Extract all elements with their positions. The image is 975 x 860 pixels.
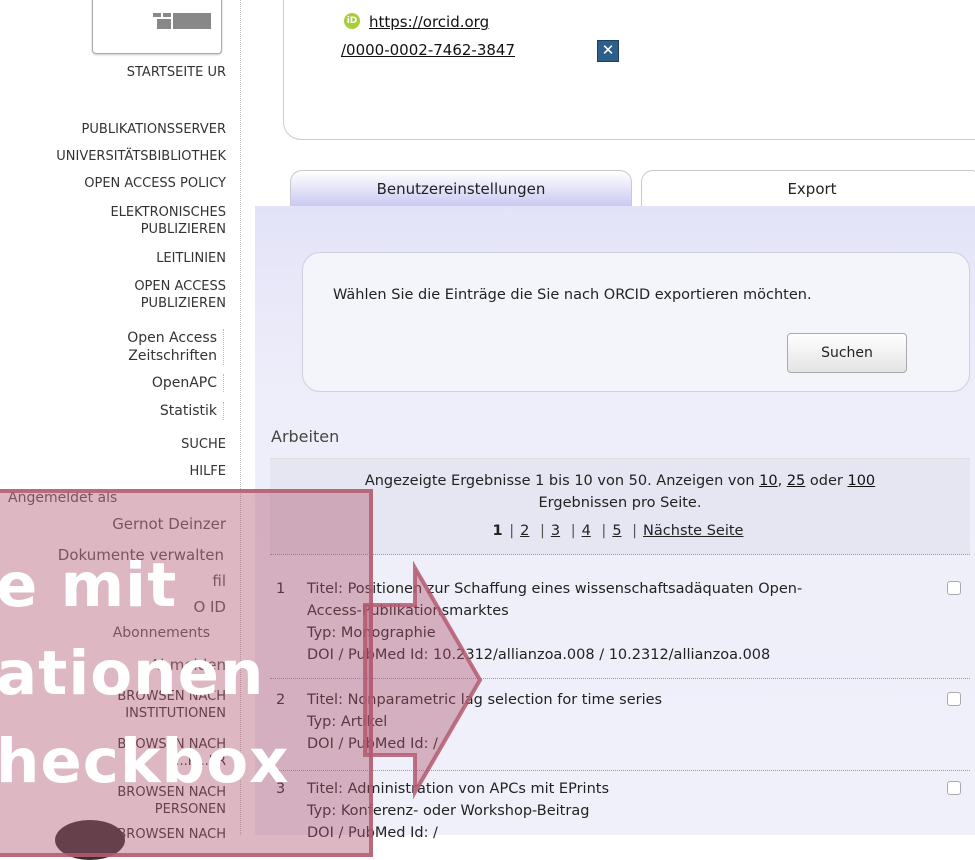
university-logo[interactable] bbox=[92, 0, 222, 54]
nav-label: Open Access bbox=[127, 330, 217, 346]
export-search-box: Wählen Sie die Einträge die Sie nach ORC… bbox=[302, 252, 970, 392]
section-title: Arbeiten bbox=[271, 427, 340, 446]
divider bbox=[270, 554, 970, 555]
item-doi: DOI / PubMed Id: / bbox=[307, 736, 438, 752]
home-link[interactable]: STARTSEITE UR bbox=[127, 64, 226, 81]
item-doi: DOI / PubMed Id: / bbox=[307, 825, 438, 841]
list-item: 1 Titel: Positionen zur Schaffung eines … bbox=[270, 578, 970, 668]
close-icon[interactable]: ✕ bbox=[597, 40, 619, 62]
nav-publikationsserver[interactable]: PUBLIKATIONSSERVER bbox=[82, 121, 226, 138]
summary-pre: Angezeigte Ergebnisse 1 bis 10 von 50. A… bbox=[364, 473, 760, 489]
page-link[interactable]: 3 bbox=[551, 523, 560, 539]
item-body: Titel: Administration von APCs mit EPrin… bbox=[307, 778, 907, 844]
orcid-url-line2[interactable]: /0000-0002-7462-3847 bbox=[341, 41, 515, 59]
per-page-10[interactable]: 10 bbox=[759, 473, 777, 489]
page-link[interactable]: 2 bbox=[520, 523, 529, 539]
results-summary: Angezeigte Ergebnisse 1 bis 10 von 50. A… bbox=[270, 458, 970, 555]
nav-label: OPEN ACCESS bbox=[134, 279, 226, 294]
nav-openapc[interactable]: OpenAPC bbox=[152, 374, 224, 392]
nav-open-access-policy[interactable]: OPEN ACCESS POLICY bbox=[84, 175, 226, 192]
summary-sep: , bbox=[777, 473, 787, 489]
item-type: Typ: Artikel bbox=[307, 714, 388, 730]
nav-label: Zeitschriften bbox=[128, 348, 217, 364]
tab-export[interactable]: Export bbox=[641, 170, 975, 207]
summary-post: Ergebnissen pro Seite. bbox=[538, 495, 702, 511]
list-item: 3 Titel: Administration von APCs mit EPr… bbox=[270, 778, 970, 848]
nav-open-access-zeitschriften[interactable]: Open Access Zeitschriften bbox=[127, 329, 224, 365]
nav-elektronisches-publizieren[interactable]: ELEKTRONISCHES PUBLIZIEREN bbox=[110, 204, 226, 238]
logo-icon bbox=[153, 13, 211, 29]
nav-suche[interactable]: SUCHE bbox=[181, 436, 226, 453]
page-link[interactable]: 5 bbox=[612, 523, 621, 539]
item-body: Titel: Nonparametric lag selection for t… bbox=[307, 689, 907, 755]
item-title: Titel: Nonparametric lag selection for t… bbox=[307, 692, 663, 708]
item-type: Typ: Monographie bbox=[307, 625, 436, 641]
item-body: Titel: Positionen zur Schaffung eines wi… bbox=[307, 578, 907, 666]
export-checkbox[interactable] bbox=[947, 692, 961, 706]
item-title-cont: Access-Publikationsmarktes bbox=[307, 603, 509, 619]
results-summary-text: Angezeigte Ergebnisse 1 bis 10 von 50. A… bbox=[270, 470, 970, 514]
nav-universitaetsbibliothek[interactable]: UNIVERSITÄTSBIBLIOTHEK bbox=[56, 148, 226, 165]
summary-sep: oder bbox=[805, 473, 848, 489]
annotation-text-line3: heckbox bbox=[0, 726, 290, 797]
export-checkbox[interactable] bbox=[947, 781, 961, 795]
annotation-text-line2: ationen bbox=[0, 638, 265, 709]
orcid-url-line1[interactable]: https://orcid.org bbox=[369, 13, 489, 31]
next-page-link[interactable]: Nächste Seite bbox=[643, 523, 743, 539]
nav-leitlinien[interactable]: LEITLINIEN bbox=[156, 250, 226, 267]
export-instruction: Wählen Sie die Einträge die Sie nach ORC… bbox=[333, 287, 812, 303]
pagination: 1 | 2 | 3 | 4 | 5 | Nächste Seite bbox=[492, 523, 744, 539]
nav-open-access-publizieren[interactable]: OPEN ACCESS PUBLIZIEREN bbox=[134, 278, 226, 312]
nav-label: PUBLIZIEREN bbox=[140, 296, 226, 311]
orcid-id-icon: iD bbox=[344, 13, 360, 29]
divider bbox=[270, 770, 970, 771]
annotation-text-line1: e mit bbox=[0, 550, 178, 621]
search-button[interactable]: Suchen bbox=[787, 333, 907, 373]
per-page-25[interactable]: 25 bbox=[787, 473, 805, 489]
item-title: Titel: Administration von APCs mit EPrin… bbox=[307, 781, 610, 797]
export-checkbox[interactable] bbox=[947, 581, 961, 595]
item-type: Typ: Konferenz- oder Workshop-Beitrag bbox=[307, 803, 590, 819]
orcid-panel: iD https://orcid.org /0000-0002-7462-384… bbox=[283, 0, 975, 140]
item-doi: DOI / PubMed Id: 10.2312/allianzoa.008 /… bbox=[307, 647, 771, 663]
per-page-100[interactable]: 100 bbox=[847, 473, 875, 489]
item-title: Titel: Positionen zur Schaffung eines wi… bbox=[307, 581, 803, 597]
nav-label: PUBLIZIEREN bbox=[140, 222, 226, 237]
divider bbox=[270, 678, 970, 679]
tab-benutzereinstellungen[interactable]: Benutzereinstellungen bbox=[290, 170, 632, 207]
page-link[interactable]: 4 bbox=[582, 523, 591, 539]
page-current: 1 bbox=[492, 523, 503, 539]
nav-statistik[interactable]: Statistik bbox=[160, 402, 224, 420]
nav-label: ELEKTRONISCHES bbox=[110, 205, 226, 220]
list-item: 2 Titel: Nonparametric lag selection for… bbox=[270, 689, 970, 759]
nav-hilfe[interactable]: HILFE bbox=[189, 463, 226, 480]
